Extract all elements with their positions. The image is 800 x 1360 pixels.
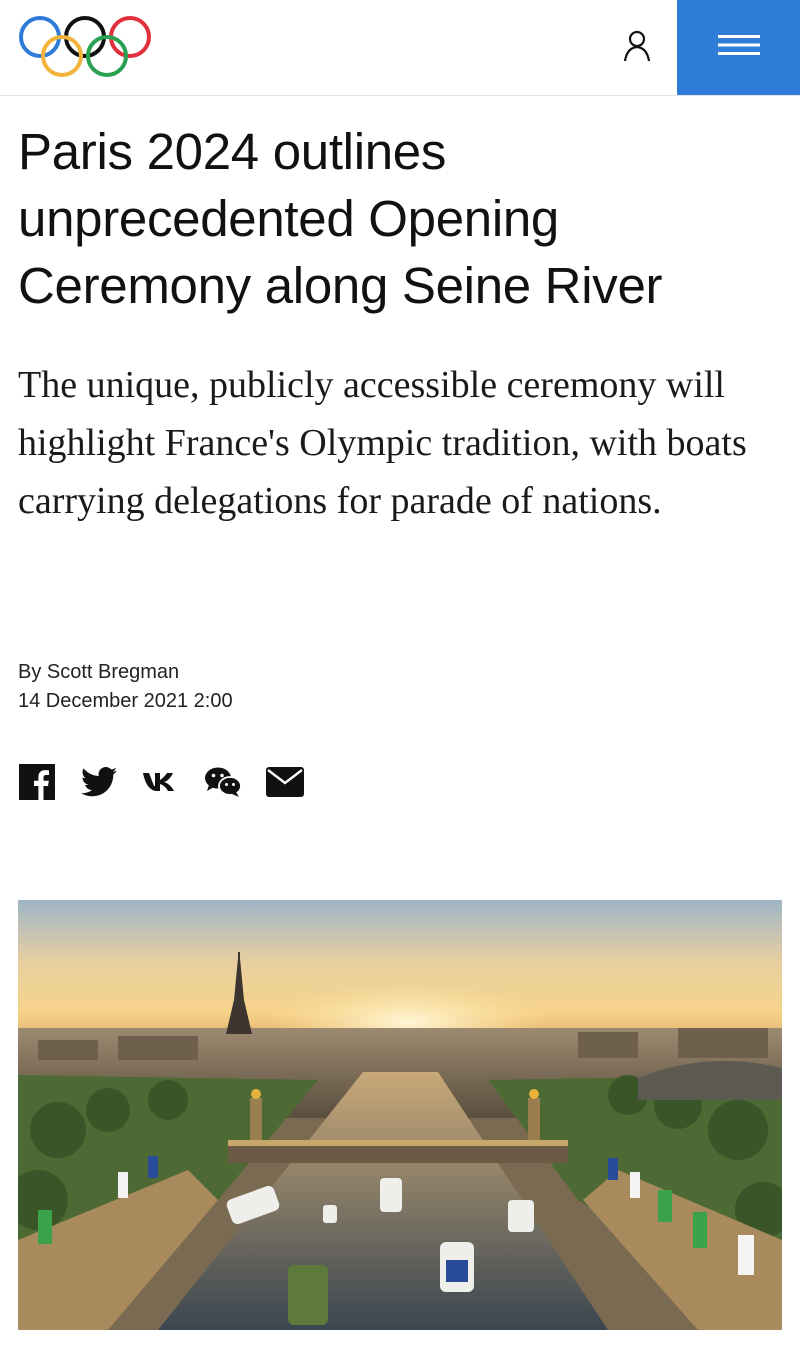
- user-icon: [623, 30, 651, 67]
- olympic-rings-icon[interactable]: [16, 14, 156, 80]
- account-button[interactable]: [612, 24, 662, 72]
- author-name: By Scott Bregman: [18, 661, 180, 683]
- share-facebook-button[interactable]: [18, 763, 56, 805]
- twitter-icon: [81, 766, 117, 802]
- facebook-icon: [19, 763, 55, 805]
- share-twitter-button[interactable]: [80, 765, 118, 803]
- share-email-button[interactable]: [266, 765, 304, 803]
- share-bar: [18, 763, 328, 805]
- share-vk-button[interactable]: [142, 765, 180, 803]
- article-title: Paris 2024 outlines unprecedented Openin…: [18, 123, 663, 314]
- menu-button[interactable]: [677, 0, 800, 95]
- wechat-icon: [204, 766, 242, 803]
- hero-image: [18, 900, 782, 1330]
- article-subtitle: The unique, publicly accessible ceremony…: [18, 364, 747, 522]
- publish-date: 14 December 2021 2:00: [18, 690, 233, 712]
- email-icon: [266, 766, 304, 802]
- vk-icon: [142, 771, 180, 798]
- byline: By Scott Bregman 14 December 2021 2:00: [18, 658, 233, 716]
- share-wechat-button[interactable]: [204, 765, 242, 803]
- site-header: [0, 0, 800, 96]
- hamburger-menu-icon: [717, 34, 760, 61]
